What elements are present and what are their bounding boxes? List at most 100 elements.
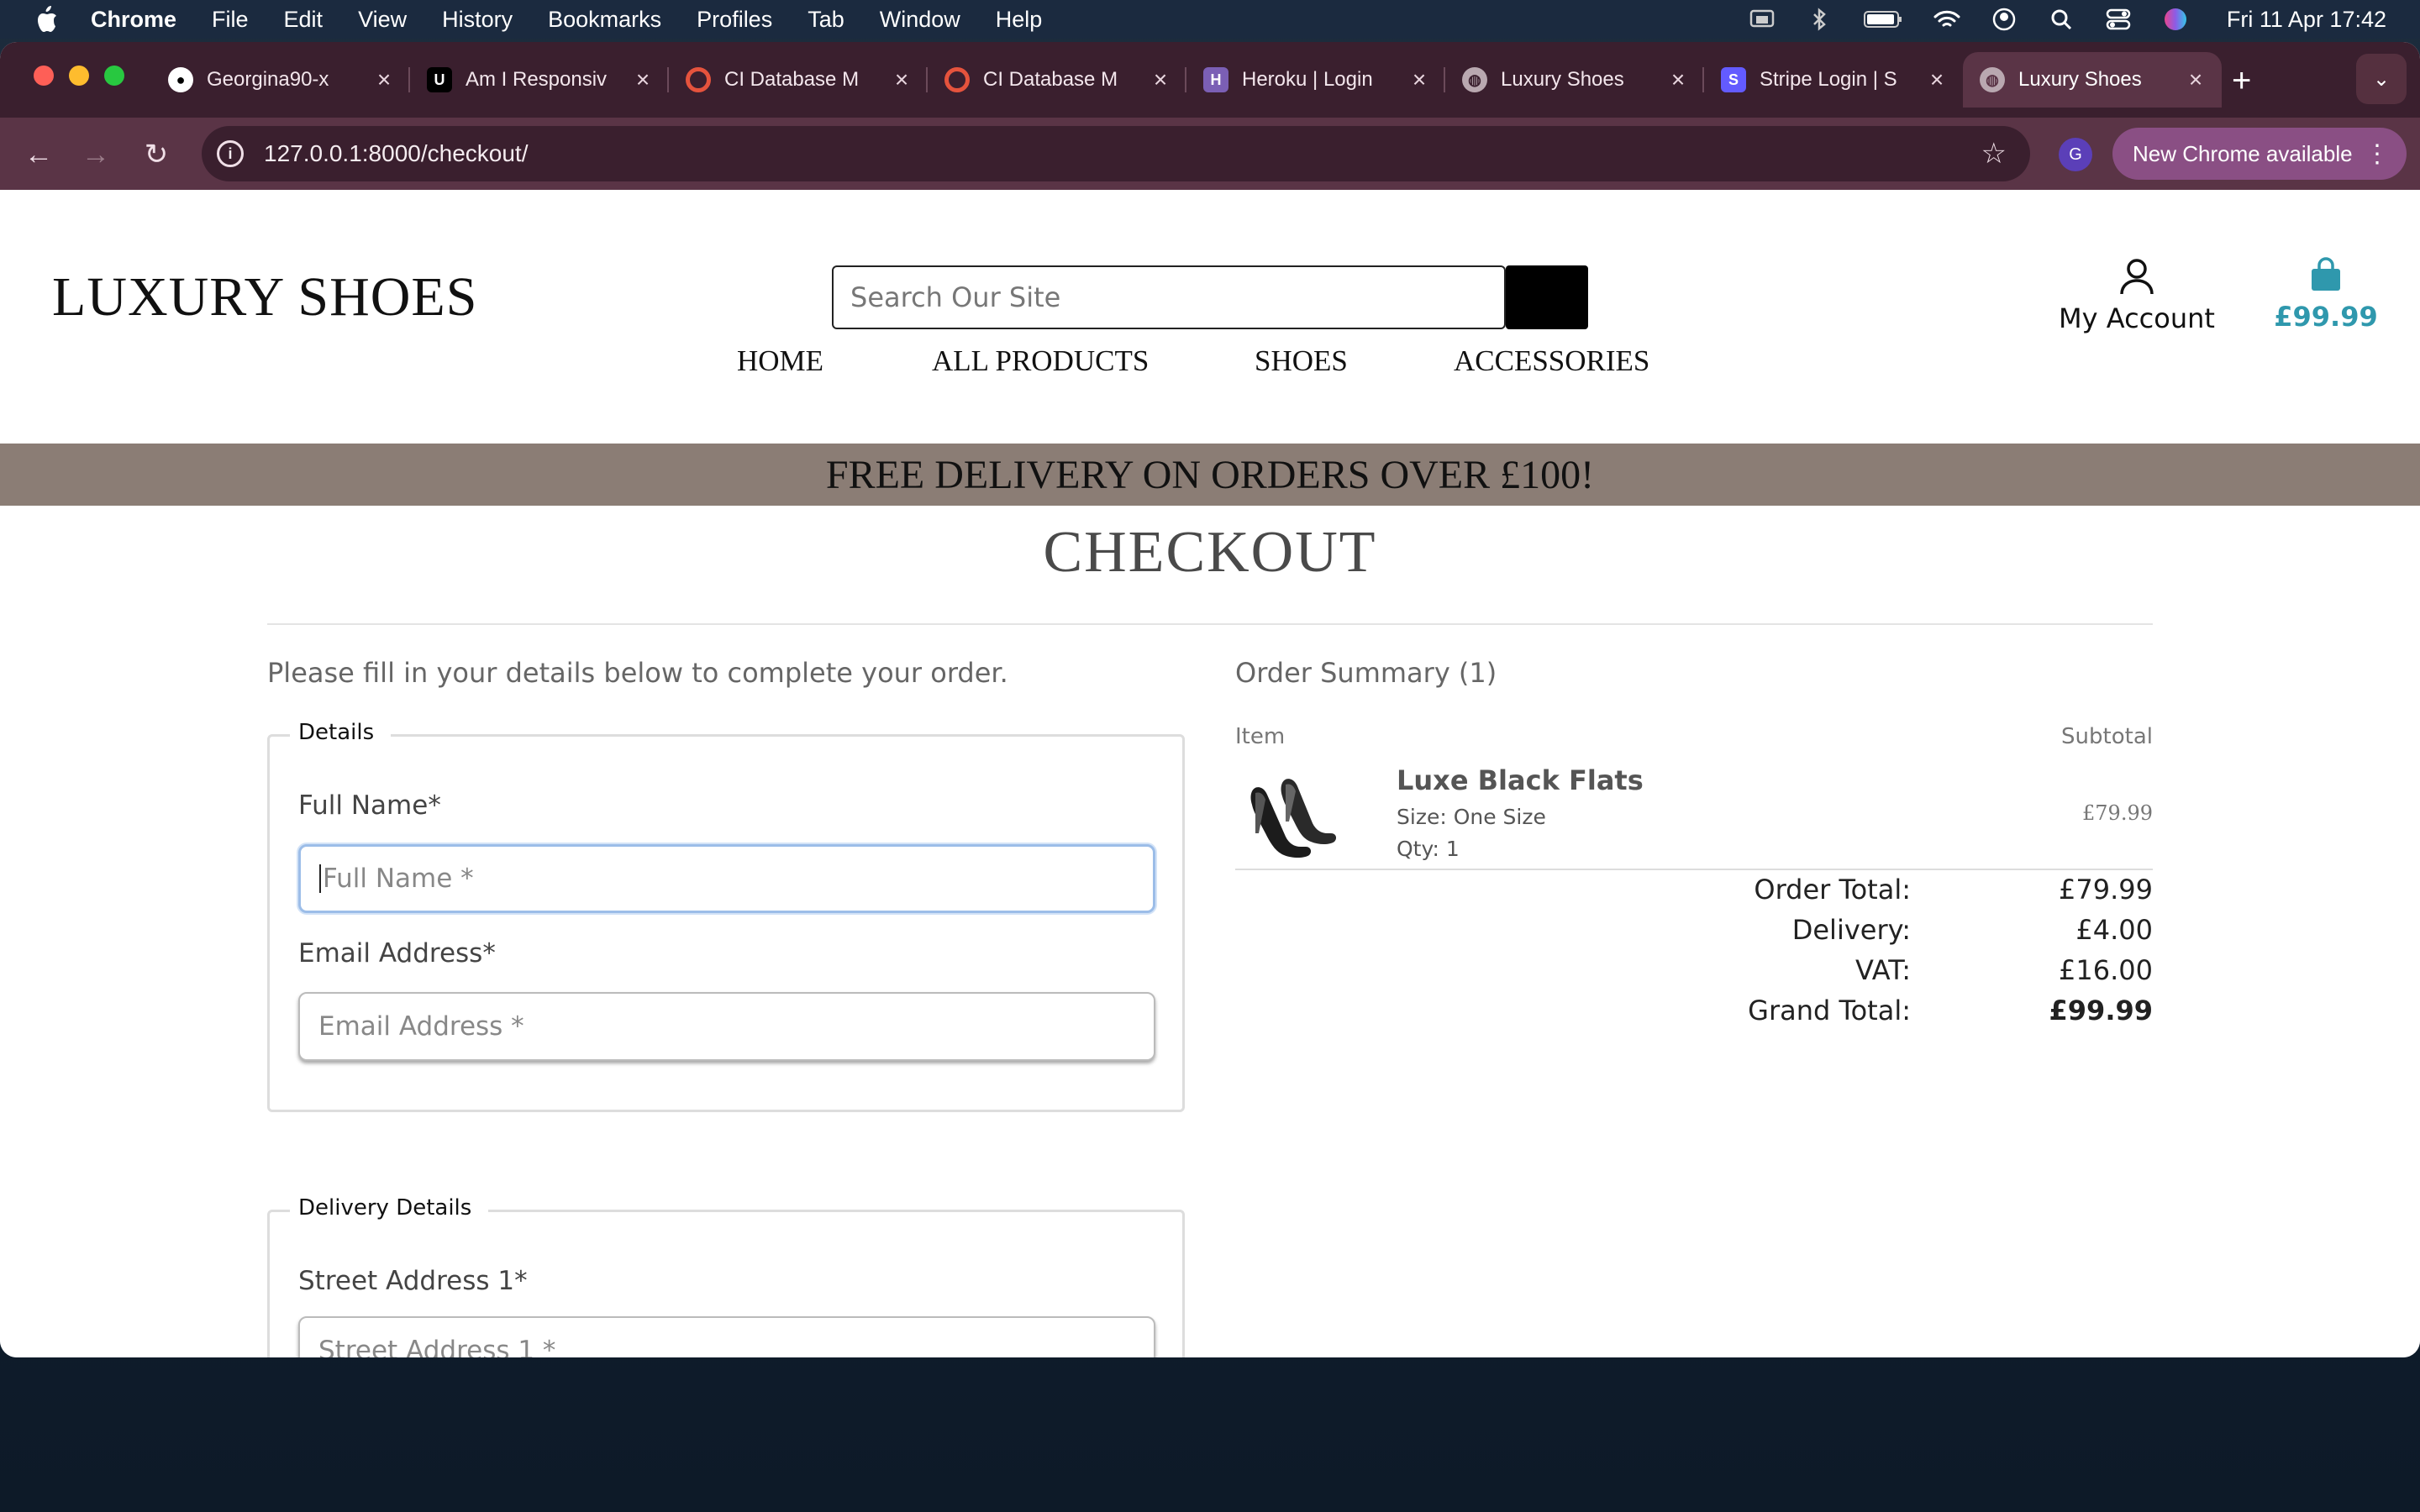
grand-total-value: £99.99	[2049, 995, 2153, 1026]
more-vertical-icon[interactable]: ⋮	[2365, 139, 2390, 169]
wifi-icon[interactable]	[1933, 8, 1961, 31]
search-button[interactable]	[1506, 265, 1588, 329]
nav-shoes[interactable]: SHOES	[1255, 344, 1348, 378]
email-label: Email Address*	[298, 938, 496, 969]
tab-heroku[interactable]: H Heroku | Login ×	[1186, 52, 1445, 108]
close-tab-icon[interactable]: ×	[2185, 66, 2207, 93]
tab-strip: ● Georgina90-x × U Am I Responsiv × CI D…	[0, 42, 2420, 118]
battery-icon[interactable]	[1862, 8, 1904, 31]
new-tab-button[interactable]: +	[2232, 62, 2251, 100]
tab-search-chevron-icon[interactable]: ⌄	[2356, 54, 2407, 104]
ui-icon: U	[427, 67, 452, 92]
close-tab-icon[interactable]: ×	[1150, 66, 1171, 93]
menu-file[interactable]: File	[212, 7, 249, 33]
menu-bar-clock[interactable]: Fri 11 Apr 17:42	[2227, 7, 2386, 33]
nav-all-products[interactable]: ALL PRODUCTS	[932, 344, 1149, 378]
main-navigation: HOME ALL PRODUCTS SHOES ACCESSORIES	[0, 338, 2420, 396]
menu-history[interactable]: History	[442, 7, 513, 33]
address-bar[interactable]: i 127.0.0.1:8000/checkout/ ☆	[202, 126, 2030, 181]
profile-avatar[interactable]: G	[2059, 138, 2092, 171]
tab-title: Luxury Shoes	[1501, 68, 1624, 91]
zoom-window-button[interactable]	[104, 66, 124, 86]
street-address-1-field[interactable]: Street Address 1 *	[298, 1316, 1155, 1357]
delivery-banner: FREE DELIVERY ON ORDERS OVER £100!	[0, 444, 2420, 506]
close-tab-icon[interactable]: ×	[891, 66, 913, 93]
delivery-value: £4.00	[2075, 914, 2153, 946]
bag-total: £99.99	[2274, 301, 2378, 333]
full-name-placeholder: Full Name *	[323, 864, 474, 894]
my-account-link[interactable]: My Account	[2057, 257, 2217, 334]
shopping-bag-icon	[2312, 257, 2340, 291]
search-input[interactable]: Search Our Site	[832, 265, 1506, 329]
product-image[interactable]	[1235, 758, 1344, 867]
tabs: ● Georgina90-x × U Am I Responsiv × CI D…	[151, 52, 2222, 108]
control-center-icon[interactable]	[2104, 8, 2133, 31]
macos-menu-bar: Chrome File Edit View History Bookmarks …	[0, 0, 2420, 39]
menu-edit[interactable]: Edit	[284, 7, 324, 33]
tab-github[interactable]: ● Georgina90-x ×	[151, 52, 410, 108]
item-column-header: Item	[1235, 724, 1286, 749]
tab-title: CI Database M	[724, 68, 860, 91]
user-circle-icon[interactable]	[1990, 8, 2018, 31]
order-summary-title: Order Summary (1)	[1235, 657, 1497, 689]
product-subtotal: £79.99	[2082, 801, 2153, 825]
reload-icon[interactable]: ↻	[138, 136, 175, 173]
tab-title: CI Database M	[983, 68, 1118, 91]
product-name[interactable]: Luxe Black Flats	[1397, 764, 1644, 796]
close-window-button[interactable]	[34, 66, 54, 86]
window-controls	[34, 66, 124, 86]
email-field[interactable]: Email Address *	[298, 992, 1155, 1061]
delivery-fieldset: Delivery Details Street Address 1* Stree…	[267, 1195, 1185, 1357]
globe-icon: ◍	[1980, 67, 2005, 92]
update-label: New Chrome available	[2133, 140, 2353, 166]
close-tab-icon[interactable]: ×	[373, 66, 395, 93]
divider	[267, 623, 2153, 625]
menu-profiles[interactable]: Profiles	[697, 7, 772, 33]
street-address-1-label: Street Address 1*	[298, 1266, 528, 1296]
tab-title: Am I Responsiv	[466, 68, 608, 91]
forward-arrow-icon[interactable]: →	[77, 136, 114, 173]
bluetooth-icon[interactable]	[1805, 8, 1833, 31]
browser-toolbar: ← → ↻ i 127.0.0.1:8000/checkout/ ☆ G New…	[0, 118, 2420, 190]
tab-ci-database-2[interactable]: CI Database M ×	[928, 52, 1186, 108]
street-address-1-placeholder: Street Address 1 *	[318, 1336, 556, 1357]
spotlight-search-icon[interactable]	[2047, 8, 2075, 31]
menu-window[interactable]: Window	[880, 7, 960, 33]
apple-icon[interactable]	[34, 5, 59, 34]
checkout-intro: Please fill in your details below to com…	[267, 657, 1008, 689]
email-placeholder: Email Address *	[318, 1011, 524, 1042]
close-tab-icon[interactable]: ×	[632, 66, 654, 93]
globe-icon: ◍	[1462, 67, 1487, 92]
tab-luxury-shoes-1[interactable]: ◍ Luxury Shoes ×	[1445, 52, 1704, 108]
shopping-bag-link[interactable]: £99.99	[2274, 257, 2378, 333]
menu-chrome[interactable]: Chrome	[91, 7, 176, 33]
grand-total-label: Grand Total:	[1748, 995, 1911, 1026]
menu-view[interactable]: View	[358, 7, 407, 33]
product-size: Size: One Size	[1397, 805, 1546, 829]
siri-icon[interactable]	[2161, 8, 2190, 31]
site-logo[interactable]: LUXURY SHOES	[52, 265, 477, 329]
minimize-window-button[interactable]	[69, 66, 89, 86]
menu-bookmarks[interactable]: Bookmarks	[548, 7, 661, 33]
site-info-icon[interactable]: i	[217, 140, 244, 167]
tab-ci-database-1[interactable]: CI Database M ×	[669, 52, 928, 108]
tab-luxury-shoes-active[interactable]: ◍ Luxury Shoes ×	[1963, 52, 2222, 108]
browser-window: ● Georgina90-x × U Am I Responsiv × CI D…	[0, 42, 2420, 1357]
tab-am-i-responsive[interactable]: U Am I Responsiv ×	[410, 52, 669, 108]
new-chrome-available-button[interactable]: New Chrome available ⋮	[2112, 128, 2407, 180]
close-tab-icon[interactable]: ×	[1926, 66, 1948, 93]
nav-home[interactable]: HOME	[737, 344, 823, 378]
menu-help[interactable]: Help	[996, 7, 1043, 33]
bookmark-star-icon[interactable]: ☆	[1981, 137, 2007, 171]
tab-title: Georgina90-x	[207, 68, 329, 91]
back-arrow-icon[interactable]: ←	[20, 136, 57, 173]
tab-stripe[interactable]: S Stripe Login | S ×	[1704, 52, 1963, 108]
nav-accessories[interactable]: ACCESSORIES	[1454, 344, 1649, 378]
menu-tab[interactable]: Tab	[808, 7, 844, 33]
url-text[interactable]: 127.0.0.1:8000/checkout/	[264, 140, 528, 167]
close-tab-icon[interactable]: ×	[1408, 66, 1430, 93]
screen-mirroring-icon[interactable]	[1748, 8, 1776, 31]
close-tab-icon[interactable]: ×	[1667, 66, 1689, 93]
full-name-field[interactable]: Full Name *	[298, 844, 1155, 913]
github-icon: ●	[168, 67, 193, 92]
